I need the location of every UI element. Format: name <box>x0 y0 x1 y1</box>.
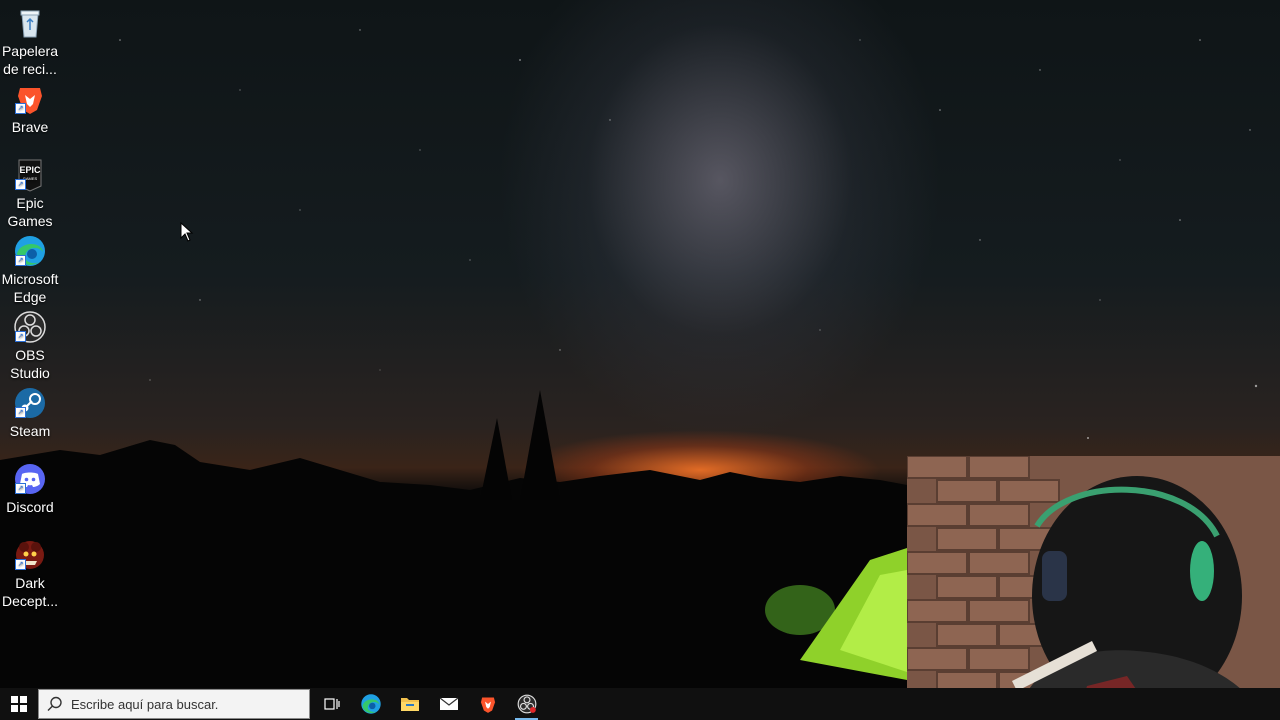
start-button[interactable] <box>0 688 38 720</box>
shortcut-arrow-icon: ↗ <box>15 407 26 418</box>
dark-deception-icon: ↗ <box>13 538 47 572</box>
desktop-icon-dark-deception[interactable]: ↗ Dark Decept... <box>0 538 60 610</box>
obs-icon: ↗ <box>13 310 47 344</box>
task-view-button[interactable] <box>312 688 351 720</box>
desktop-icon-label: Dark Decept... <box>1 575 59 609</box>
shortcut-arrow-icon: ↗ <box>15 255 26 266</box>
shortcut-arrow-icon: ↗ <box>15 559 26 570</box>
taskbar-search-box[interactable]: Escribe aquí para buscar. <box>38 689 310 719</box>
search-icon <box>47 696 62 711</box>
desktop-icon-steam[interactable]: ↗ Steam <box>0 386 60 440</box>
edge-icon: ↗ <box>13 234 47 268</box>
windows-logo-icon <box>11 696 27 712</box>
brave-lion-icon <box>480 697 495 713</box>
desktop-icon-label: Microsoft Edge <box>1 271 59 305</box>
webcam-overlay <box>907 456 1280 720</box>
discord-icon: ↗ <box>13 462 47 496</box>
folder-icon <box>400 698 419 711</box>
taskbar-file-explorer-button[interactable] <box>390 688 429 720</box>
search-placeholder: Escribe aquí para buscar. <box>71 696 219 712</box>
taskbar-mail-button[interactable] <box>429 688 468 720</box>
desktop-icon-recycle-bin[interactable]: Papelera de reci... <box>0 6 60 78</box>
taskbar-obs-button[interactable] <box>507 688 546 720</box>
taskbar-brave-button[interactable] <box>468 688 507 720</box>
recycle-bin-icon <box>13 6 47 40</box>
webcam-feed-image <box>907 456 1280 720</box>
taskbar: Escribe aquí para buscar. <box>0 688 1280 720</box>
desktop-icon-label: OBS Studio <box>10 347 50 381</box>
steam-icon: ↗ <box>13 386 47 420</box>
desktop-icon-discord[interactable]: ↗ Discord <box>0 462 60 516</box>
task-view-icon <box>323 698 340 710</box>
epic-games-icon: EPIC GAMES ↗ <box>13 158 47 192</box>
desktop-icon-label: Discord <box>6 499 54 515</box>
desktop-icon-label: Steam <box>9 423 51 439</box>
mail-icon <box>439 697 458 710</box>
shortcut-arrow-icon: ↗ <box>15 103 26 114</box>
svg-text:EPIC: EPIC <box>19 165 41 175</box>
shortcut-arrow-icon: ↗ <box>15 331 26 342</box>
edge-icon <box>360 694 381 714</box>
desktop-icon-label: Papelera de reci... <box>1 43 59 77</box>
desktop-icon-label: Brave <box>11 119 49 135</box>
shortcut-arrow-icon: ↗ <box>15 179 26 190</box>
mouse-cursor-icon <box>180 222 194 242</box>
shortcut-arrow-icon: ↗ <box>15 483 26 494</box>
desktop-icon-brave[interactable]: ↗ Brave <box>0 82 60 136</box>
taskbar-edge-button[interactable] <box>351 688 390 720</box>
obs-icon <box>517 694 536 714</box>
brave-lion-icon: ↗ <box>13 82 47 116</box>
desktop-icon-microsoft-edge[interactable]: ↗ Microsoft Edge <box>0 234 60 306</box>
desktop-icon-obs-studio[interactable]: ↗ OBS Studio <box>0 310 60 382</box>
